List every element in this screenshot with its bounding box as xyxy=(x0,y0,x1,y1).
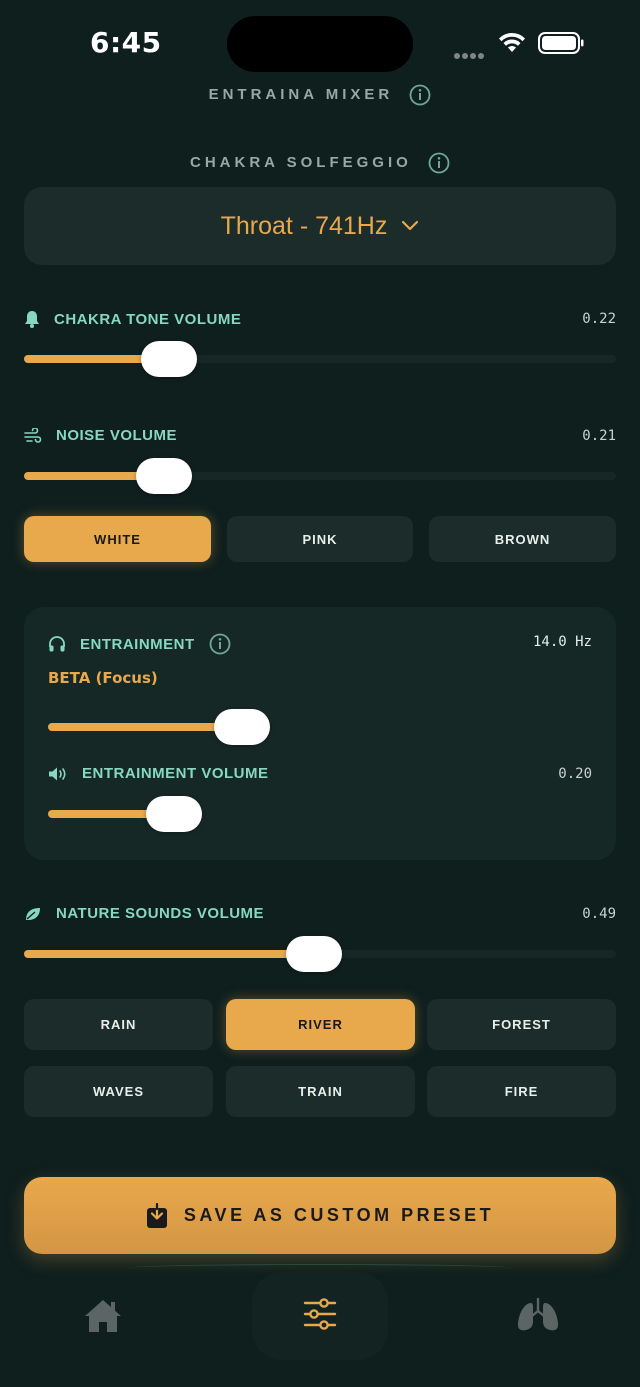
nature-label-row: NATURE SOUNDS VOLUME xyxy=(24,905,264,922)
nature-slider[interactable] xyxy=(24,936,616,972)
entrainment-volume-value: 0.20 xyxy=(558,766,592,782)
lungs-icon[interactable] xyxy=(516,1297,560,1333)
nature-rain-button[interactable]: RAIN xyxy=(24,999,213,1050)
entrainment-label-row: ENTRAINMENT xyxy=(48,633,245,655)
slider-fill xyxy=(24,950,314,958)
cellular-signal-icon xyxy=(454,46,486,64)
tabbar-divider xyxy=(128,1264,512,1272)
entrainment-slider[interactable] xyxy=(48,709,592,745)
nature-river-button[interactable]: RIVER xyxy=(226,999,415,1050)
noise-label: NOISE VOLUME xyxy=(56,427,178,444)
save-preset-label: SAVE AS CUSTOM PRESET xyxy=(183,1205,495,1225)
nature-value: 0.49 xyxy=(582,906,616,922)
info-icon[interactable] xyxy=(409,84,431,106)
noise-label-row: NOISE VOLUME xyxy=(24,427,177,444)
nature-train-button[interactable]: TRAIN xyxy=(226,1066,415,1117)
battery-icon xyxy=(538,32,584,54)
entrainment-volume-label-row: ENTRAINMENT VOLUME xyxy=(48,765,269,782)
entrainment-frequency: 14.0 Hz xyxy=(532,634,592,650)
leaf-icon xyxy=(26,907,40,920)
header: ENTRAINA MIXER xyxy=(0,84,640,106)
nature-fire-button[interactable]: FIRE xyxy=(427,1066,616,1117)
solfeggio-dropdown[interactable]: Throat - 741Hz xyxy=(24,187,616,265)
info-icon[interactable] xyxy=(428,152,450,174)
chakra-tone-label-row: CHAKRA TONE VOLUME xyxy=(24,310,241,328)
chakra-tone-slider[interactable] xyxy=(24,341,616,377)
entrainment-label: ENTRAINMENT xyxy=(80,635,195,653)
chakra-tone-label: CHAKRA TONE VOLUME xyxy=(54,310,242,328)
entrainment-volume-label: ENTRAINMENT VOLUME xyxy=(82,765,269,782)
noise-pink-button[interactable]: PINK xyxy=(227,516,413,562)
slider-fill xyxy=(48,723,242,731)
info-icon[interactable] xyxy=(209,633,231,655)
solfeggio-selected: Throat - 741Hz xyxy=(220,211,388,240)
dynamic-island xyxy=(227,16,413,72)
save-preset-button[interactable]: SAVE AS CUSTOM PRESET xyxy=(24,1177,616,1254)
wind-icon xyxy=(24,427,42,443)
headphones-icon xyxy=(49,636,65,652)
slider-thumb[interactable] xyxy=(136,458,192,494)
chevron-down-icon xyxy=(402,220,419,231)
wifi-icon xyxy=(499,32,525,52)
solfeggio-title: CHAKRA SOLFEGGIO xyxy=(190,153,412,171)
nature-forest-button[interactable]: FOREST xyxy=(427,999,616,1050)
slider-thumb[interactable] xyxy=(214,709,270,745)
nature-waves-button[interactable]: WAVES xyxy=(24,1066,213,1117)
slider-thumb[interactable] xyxy=(286,936,342,972)
download-icon xyxy=(146,1202,167,1228)
speaker-icon xyxy=(49,767,66,780)
noise-slider[interactable] xyxy=(24,458,616,494)
noise-brown-button[interactable]: BROWN xyxy=(429,516,616,562)
slider-thumb[interactable] xyxy=(146,796,202,832)
page-title: ENTRAINA MIXER xyxy=(208,85,394,103)
bell-icon xyxy=(25,311,39,328)
status-time: 6:45 xyxy=(90,26,162,59)
solfeggio-section: CHAKRA SOLFEGGIO xyxy=(0,152,640,174)
sliders-icon[interactable] xyxy=(302,1297,338,1331)
home-icon[interactable] xyxy=(83,1297,123,1335)
slider-thumb[interactable] xyxy=(141,341,197,377)
noise-white-button[interactable]: WHITE xyxy=(24,516,211,562)
noise-value: 0.21 xyxy=(582,428,616,444)
entrainment-band: BETA (Focus) xyxy=(48,669,158,687)
entrainment-volume-slider[interactable] xyxy=(48,796,592,832)
nature-label: NATURE SOUNDS VOLUME xyxy=(56,905,265,922)
chakra-tone-value: 0.22 xyxy=(582,311,616,327)
